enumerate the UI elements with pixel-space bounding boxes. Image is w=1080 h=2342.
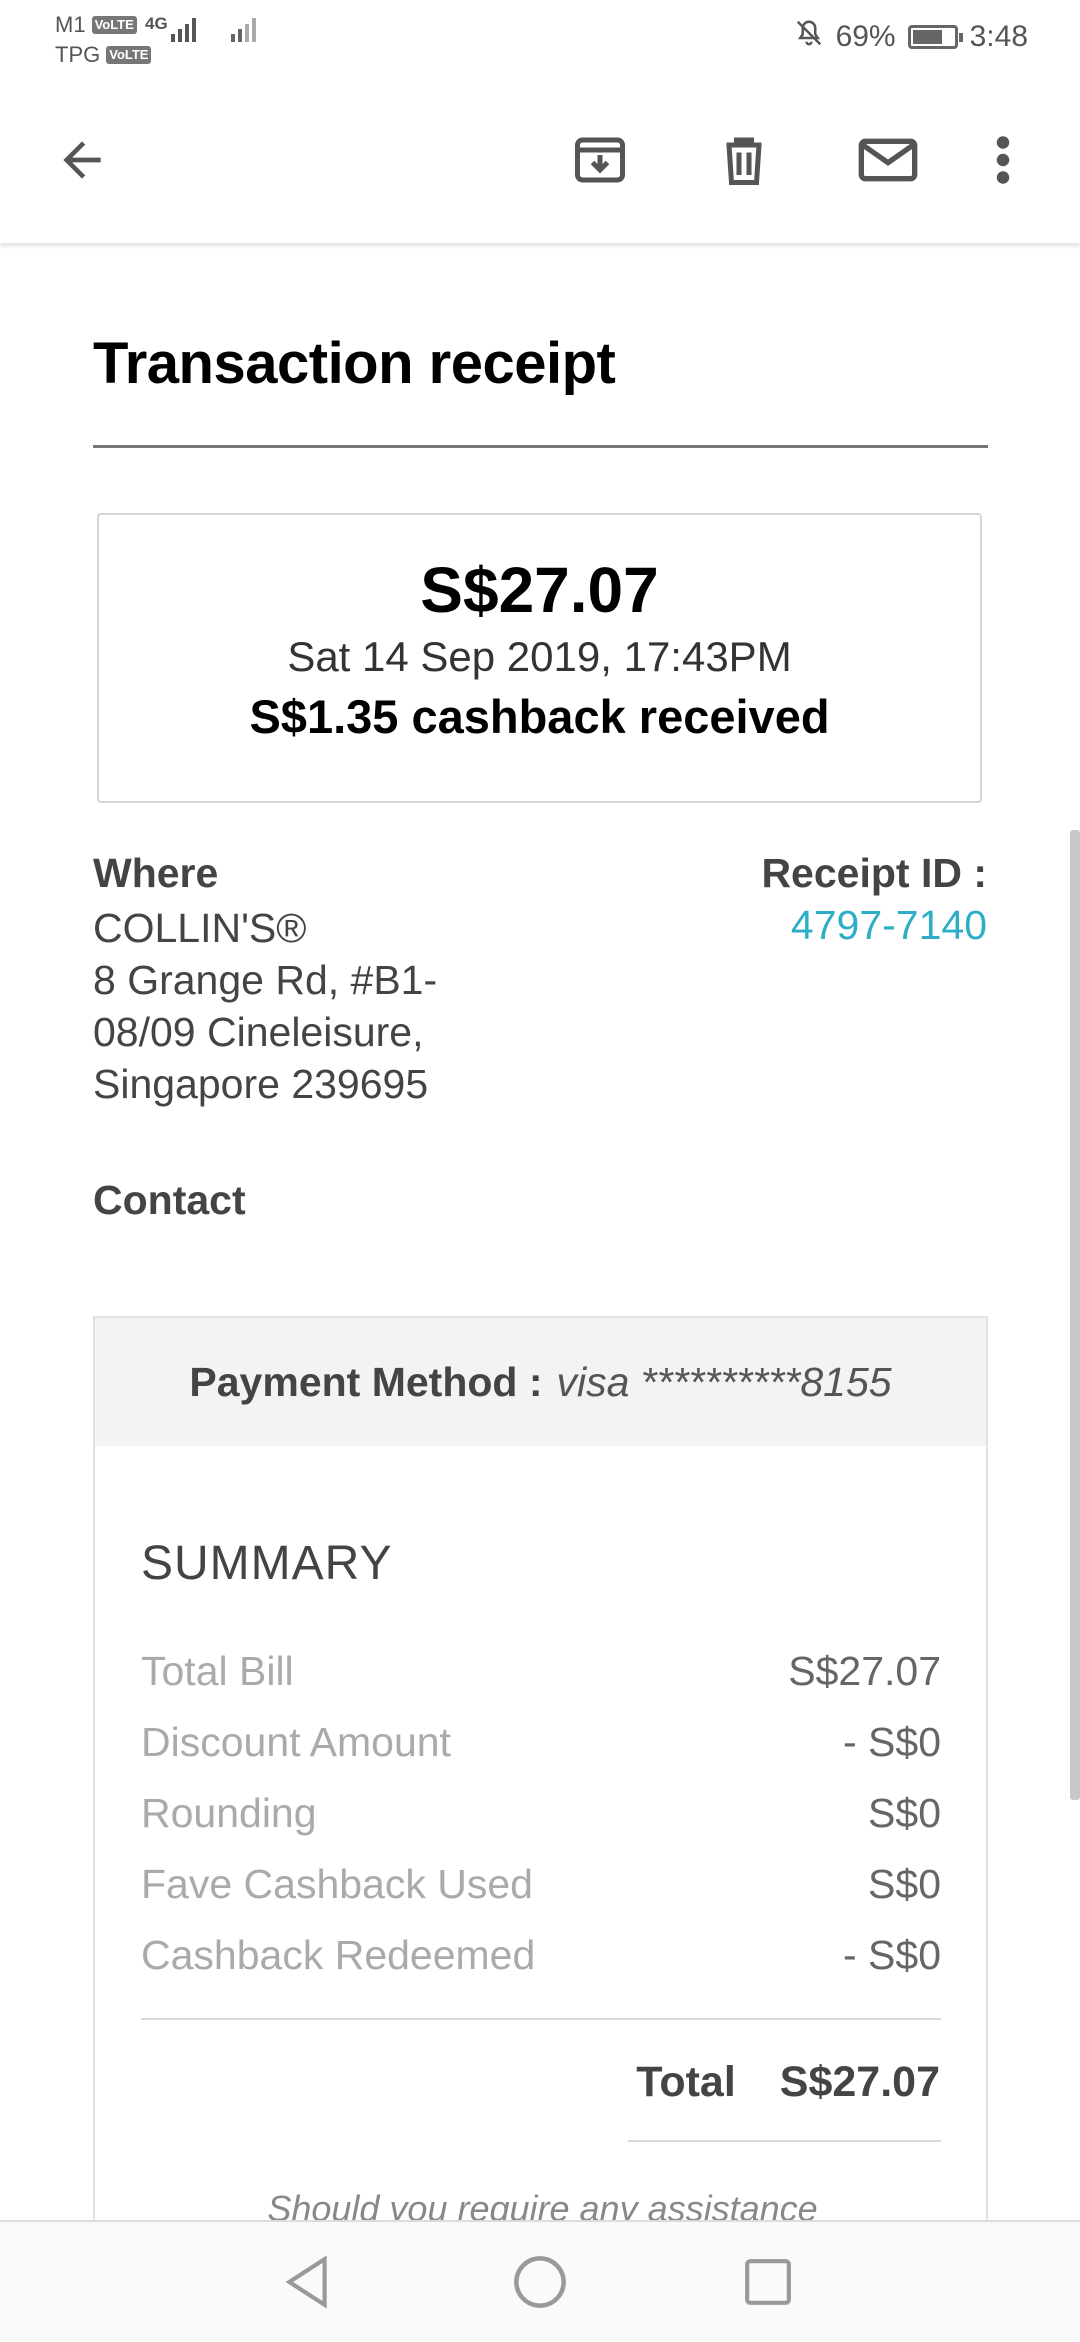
summary-value: - S$0	[843, 1719, 941, 1765]
payment-method-header: Payment Method : visa **********8155	[95, 1318, 986, 1446]
total-label: Total	[636, 2058, 736, 2106]
nav-back-button[interactable]	[273, 2247, 343, 2317]
carrier-info: M1 VoLTE TPG VoLTE	[55, 10, 152, 70]
title-divider	[93, 445, 988, 448]
total-divider	[628, 2140, 941, 2142]
summary-value: - S$0	[843, 1932, 941, 1978]
nav-home-button[interactable]	[505, 2247, 575, 2317]
summary-value: S$0	[868, 1790, 941, 1836]
signal-icon	[231, 14, 256, 42]
summary-label: Discount Amount	[141, 1719, 451, 1765]
battery-icon	[907, 25, 963, 49]
amount-card: S$27.07 Sat 14 Sep 2019, 17:43PM S$1.35 …	[97, 513, 982, 803]
where-label: Where	[93, 850, 219, 896]
total-row: Total S$27.07	[636, 2058, 940, 2107]
summary-row: Discount Amount - S$0	[141, 1719, 941, 1779]
volte-icon: VoLTE	[91, 16, 137, 34]
amount: S$27.07	[420, 554, 659, 626]
email-toolbar	[0, 80, 1080, 243]
total-value: S$27.07	[779, 2058, 940, 2106]
summary-value: S$27.07	[788, 1648, 941, 1694]
merchant-name: COLLIN'S®	[93, 905, 307, 951]
volte-icon: VoLTE	[106, 46, 152, 64]
receipt-id-label: Receipt ID :	[761, 850, 987, 896]
back-button[interactable]	[42, 120, 122, 200]
summary-row: Rounding S$0	[141, 1790, 941, 1850]
receipt-id-link[interactable]: 4797-7140	[791, 902, 987, 949]
summary-title: SUMMARY	[141, 1537, 393, 1590]
summary-row: Total Bill S$27.07	[141, 1648, 941, 1708]
payment-method-label: Payment Method :	[189, 1358, 543, 1405]
archive-button[interactable]	[560, 120, 640, 200]
nav-recents-icon	[745, 2259, 791, 2305]
transaction-date: Sat 14 Sep 2019, 17:43PM	[287, 633, 792, 680]
summary-label: Rounding	[141, 1790, 317, 1836]
summary-value: S$0	[868, 1861, 941, 1907]
system-nav-bar	[0, 2220, 1080, 2342]
carrier-2: TPG	[55, 42, 101, 67]
summary-row: Fave Cashback Used S$0	[141, 1861, 941, 1921]
merchant-address: 8 Grange Rd, #B1-08/09 Cineleisure, Sing…	[93, 957, 438, 1107]
nav-recents-button[interactable]	[733, 2247, 803, 2317]
carrier-1: M1	[55, 12, 86, 37]
status-right: 69% 3:48	[794, 18, 1028, 56]
more-options-button[interactable]	[973, 120, 1033, 200]
summary-label: Fave Cashback Used	[141, 1861, 533, 1907]
scrollbar[interactable]	[1070, 830, 1080, 1800]
network-type: 4G	[145, 14, 168, 33]
mute-icon	[794, 18, 824, 56]
nav-home-icon	[514, 2256, 566, 2308]
delete-button[interactable]	[704, 120, 784, 200]
mark-unread-button[interactable]	[848, 120, 928, 200]
summary-row: Cashback Redeemed - S$0	[141, 1932, 941, 1992]
summary-label: Total Bill	[141, 1648, 294, 1694]
summary-label: Cashback Redeemed	[141, 1932, 536, 1978]
status-bar: M1 VoLTE TPG VoLTE 4G 69% 3:48	[0, 0, 1080, 80]
mark-unread-icon	[858, 138, 918, 182]
back-arrow-icon	[63, 141, 101, 179]
nav-back-icon	[285, 2255, 327, 2309]
more-vert-icon	[996, 136, 1010, 184]
clock: 3:48	[969, 20, 1028, 53]
contact-label: Contact	[93, 1177, 246, 1223]
archive-icon	[575, 137, 625, 183]
cashback-text: S$1.35 cashback received	[249, 690, 830, 743]
summary-divider	[141, 2018, 941, 2020]
page-title: Transaction receipt	[93, 331, 616, 396]
battery-percent: 69%	[835, 20, 896, 53]
payment-method-value: visa **********8155	[556, 1358, 892, 1405]
signal-icon	[171, 14, 196, 42]
delete-icon	[726, 137, 762, 185]
payment-summary-card: Payment Method : visa **********8155 SUM…	[93, 1316, 988, 2340]
